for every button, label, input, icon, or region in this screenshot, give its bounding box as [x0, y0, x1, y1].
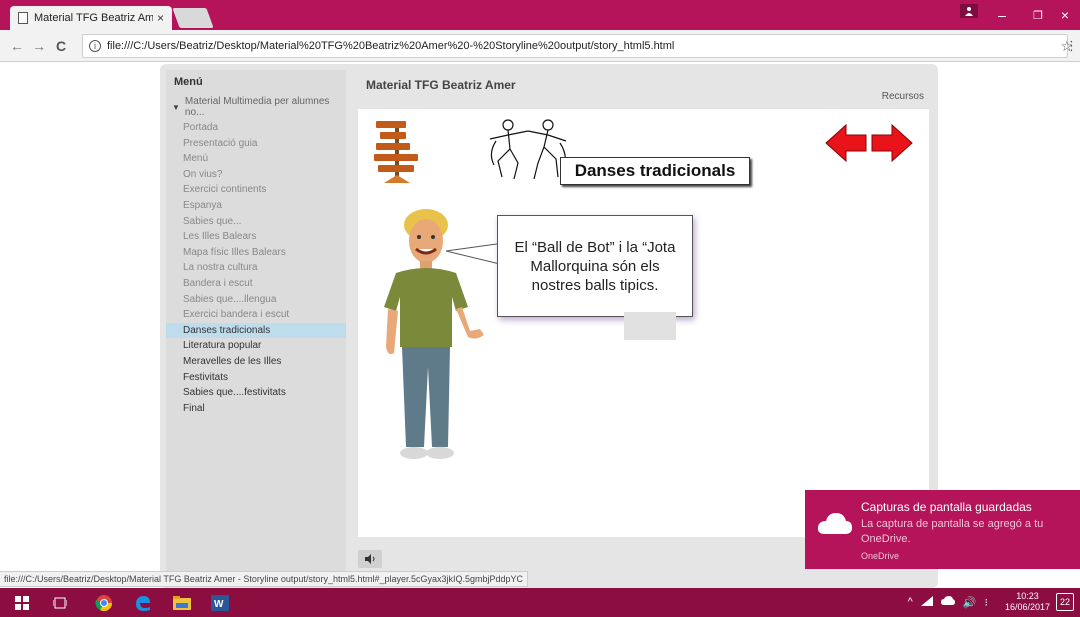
address-bar-row: ← → C i file:///C:/Users/Beatriz/Desktop…	[0, 30, 1080, 62]
edge-icon[interactable]	[133, 593, 153, 613]
new-tab-button[interactable]	[172, 8, 214, 28]
onedrive-notification[interactable]: Capturas de pantalla guardadas La captur…	[805, 490, 1080, 569]
clock-date: 16/06/2017	[1004, 602, 1050, 612]
menu-item[interactable]: Espanya	[166, 198, 346, 214]
signpost-image	[374, 119, 420, 183]
system-tray: ^ 🔊 ⁝	[908, 596, 988, 609]
menu-item[interactable]: Portada	[166, 120, 346, 136]
navigation-arrows	[825, 123, 913, 163]
forward-button[interactable]: →	[28, 38, 50, 54]
menu-item[interactable]: Danses tradicionals	[166, 322, 346, 339]
slide-placeholder-shape	[624, 312, 676, 340]
menu-item[interactable]: Exercici continents	[166, 182, 346, 198]
cloud-icon	[817, 513, 852, 534]
profile-icon[interactable]	[960, 4, 978, 18]
speaker-icon	[365, 554, 375, 564]
menu-item[interactable]: Meravelles de les Illes	[166, 354, 346, 370]
start-windows-icon[interactable]	[12, 593, 32, 613]
speech-bubble-tail	[445, 242, 504, 266]
minimize-button[interactable]: –	[984, 0, 1020, 30]
menu-item[interactable]: Festivitats	[166, 370, 346, 386]
previous-arrow-icon[interactable]	[825, 123, 867, 163]
browser-menu-icon[interactable]: ⋮	[1065, 38, 1078, 54]
menu-item[interactable]: Sabies que....llengua	[166, 292, 346, 308]
slide-title: Danses tradicionals	[560, 157, 750, 185]
tab-title: Material TFG Beatriz Ame	[34, 12, 153, 24]
tray-chevron-icon[interactable]: ^	[908, 596, 913, 609]
sidebar-menu: Menú ▼ Material Multimedia per alumnes n…	[166, 70, 346, 574]
volume-tray-icon[interactable]: 🔊	[963, 596, 977, 609]
svg-text:W: W	[214, 599, 224, 610]
menu-item[interactable]: La nostra cultura	[166, 260, 346, 276]
windows-taskbar: W ^ 🔊 ⁝ 10:23 16/06/2017 22	[0, 588, 1080, 617]
taskbar-clock[interactable]: 10:23 16/06/2017	[1005, 591, 1050, 613]
menu-item[interactable]: Sabies que....festivitats	[166, 385, 346, 401]
action-center-icon[interactable]: 22	[1056, 593, 1074, 611]
info-icon[interactable]: i	[89, 40, 101, 52]
notification-source: OneDrive	[861, 551, 900, 561]
resources-button[interactable]: Recursos	[882, 91, 924, 102]
triangle-down-icon: ▼	[172, 102, 180, 112]
volume-button[interactable]	[358, 550, 382, 568]
menu-list: Portada Presentació guia Menú On vius? Exerc…	[166, 120, 346, 416]
menu-item[interactable]: On vius?	[166, 167, 346, 183]
reload-button[interactable]: C	[50, 38, 72, 54]
url-text: file:///C:/Users/Beatriz/Desktop/Materia…	[107, 40, 675, 52]
menu-section[interactable]: ▼ Material Multimedia per alumnes no...	[166, 94, 346, 120]
menu-item[interactable]: Final	[166, 401, 346, 417]
url-input[interactable]: i file:///C:/Users/Beatriz/Desktop/Mater…	[82, 34, 1073, 58]
back-button[interactable]: ←	[6, 38, 28, 54]
menu-item[interactable]: Mapa físic Illes Balears	[166, 245, 346, 261]
menu-item[interactable]: Literatura popular	[166, 338, 346, 354]
file-explorer-icon[interactable]	[172, 593, 192, 613]
course-title: Material TFG Beatriz Amer	[366, 78, 516, 92]
menu-item[interactable]: Presentació guia	[166, 136, 346, 152]
task-view-icon[interactable]	[50, 593, 70, 613]
browser-tab[interactable]: Material TFG Beatriz Ame ×	[10, 6, 172, 30]
onedrive-tray-icon[interactable]	[940, 596, 955, 609]
menu-item[interactable]: Sabies que...	[166, 214, 346, 230]
menu-item[interactable]: Menú	[166, 151, 346, 167]
language-icon[interactable]: ⁝	[985, 596, 989, 609]
menu-heading: Menú	[174, 76, 203, 88]
word-icon[interactable]: W	[210, 593, 230, 613]
speech-bubble: El “Ball de Bot” i la “Jota Mallorquina …	[497, 215, 693, 317]
document-icon	[18, 12, 28, 24]
browser-titlebar: Material TFG Beatriz Ame × – ❐ ×	[0, 0, 1080, 30]
chrome-icon[interactable]	[94, 593, 114, 613]
menu-item[interactable]: Les Illes Balears	[166, 229, 346, 245]
close-window-button[interactable]: ×	[1050, 0, 1080, 30]
network-icon[interactable]	[920, 596, 933, 609]
menu-section-label: Material Multimedia per alumnes no...	[184, 96, 330, 118]
notification-body: La captura de pantalla se agregó a tu On…	[861, 518, 1044, 545]
menu-item[interactable]: Bandera i escut	[166, 276, 346, 292]
next-arrow-icon[interactable]	[871, 123, 913, 163]
notification-title: Capturas de pantalla guardadas	[861, 500, 1032, 514]
menu-item[interactable]: Exercici bandera i escut	[166, 307, 346, 323]
clock-time: 10:23	[1016, 591, 1039, 601]
tab-close-icon[interactable]: ×	[157, 11, 164, 25]
slide-canvas: Danses tradicionals El “Ball de Bot” i l…	[358, 109, 929, 537]
status-bar-url: file:///C:/Users/Beatriz/Desktop/Materia…	[0, 571, 529, 587]
